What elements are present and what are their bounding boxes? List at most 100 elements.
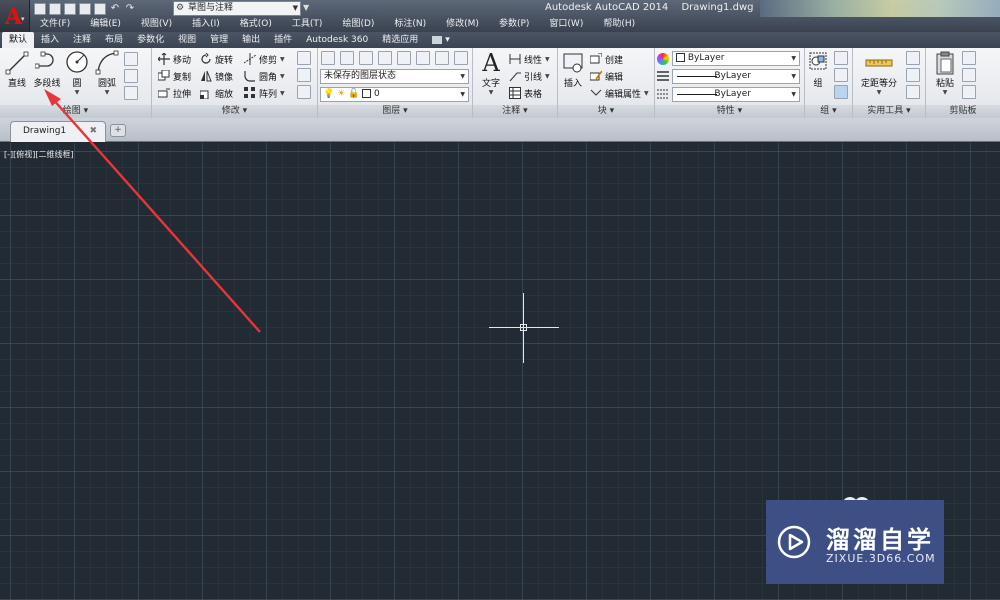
chevron-down-icon[interactable]: ▼ xyxy=(545,56,550,63)
linear-dimension-button[interactable]: 线性 ▼ xyxy=(509,51,550,67)
layers-panel-title[interactable]: 图层 ▾ xyxy=(318,105,472,118)
layer-previous-icon[interactable] xyxy=(435,51,449,65)
chevron-down-icon[interactable]: ▼ xyxy=(476,89,506,97)
stretch-button[interactable]: 拉伸 xyxy=(157,85,191,101)
open-file-icon[interactable] xyxy=(49,3,61,15)
copy-clip-icon[interactable] xyxy=(962,68,976,82)
calculator-icon[interactable] xyxy=(906,85,920,99)
tab-output[interactable]: 输出 xyxy=(235,32,267,48)
offset-icon[interactable] xyxy=(297,85,311,99)
match-properties-brush-icon[interactable] xyxy=(962,85,976,99)
tab-annotate[interactable]: 注释 xyxy=(66,32,98,48)
match-properties-icon[interactable] xyxy=(657,51,672,67)
draw-panel-title[interactable]: 绘图 ▾ xyxy=(0,105,151,118)
chevron-down-icon[interactable]: ▼ xyxy=(930,89,960,97)
layer-state-dropdown[interactable]: 未保存的图层状态 ▼ xyxy=(320,69,469,84)
mirror-button[interactable]: 镜像 xyxy=(200,68,233,84)
table-button[interactable]: 表格 xyxy=(509,85,542,101)
new-file-icon[interactable] xyxy=(34,3,46,15)
chevron-down-icon[interactable]: ▼ xyxy=(280,73,285,80)
chevron-down-icon[interactable]: ▼ xyxy=(280,56,285,63)
explode-icon[interactable] xyxy=(297,68,311,82)
chevron-down-icon[interactable]: ▼ xyxy=(92,89,122,97)
menu-tools[interactable]: 工具(T) xyxy=(282,17,333,32)
circle-button[interactable]: 圆 ▼ xyxy=(62,50,92,97)
leader-button[interactable]: 引线 ▼ xyxy=(509,68,550,84)
select-all-icon[interactable] xyxy=(906,68,920,82)
layer-walk-icon[interactable] xyxy=(454,51,468,65)
cut-icon[interactable] xyxy=(962,51,976,65)
color-dropdown[interactable]: ByLayer ▼ xyxy=(672,51,800,66)
layer-freeze-icon[interactable] xyxy=(378,51,392,65)
menu-parametric[interactable]: 参数(P) xyxy=(489,17,539,32)
move-button[interactable]: 移动 xyxy=(157,51,191,67)
block-panel-title[interactable]: 块 ▾ xyxy=(558,105,654,118)
chevron-down-icon[interactable]: ▼ xyxy=(545,73,550,80)
tab-default[interactable]: 默认 xyxy=(2,32,35,48)
layer-off-icon[interactable] xyxy=(340,51,354,65)
edit-block-button[interactable]: 编辑 xyxy=(589,68,623,84)
text-button[interactable]: A 文字 ▼ xyxy=(476,50,506,97)
rotate-button[interactable]: 旋转 xyxy=(200,51,233,67)
chevron-down-icon[interactable]: ▼ xyxy=(62,89,92,97)
workspace-selector[interactable]: ⚙ 草图与注释 ▼ xyxy=(173,1,301,16)
menu-help[interactable]: 帮助(H) xyxy=(593,17,645,32)
edit-attribute-button[interactable]: 编辑属性 ▼ xyxy=(590,85,649,101)
tab-layout[interactable]: 布局 xyxy=(98,32,130,48)
layer-isolate-icon[interactable] xyxy=(359,51,373,65)
line-button[interactable]: 直线 xyxy=(2,50,32,89)
tab-featured-apps[interactable]: 精选应用 xyxy=(375,32,425,48)
rectangle-icon[interactable] xyxy=(124,52,138,66)
tab-plugins[interactable]: 插件 xyxy=(267,32,299,48)
create-block-button[interactable]: 创建 xyxy=(589,51,623,67)
erase-icon[interactable] xyxy=(297,51,311,65)
tab-view[interactable]: 视图 xyxy=(171,32,203,48)
measure-button[interactable]: 定距等分 ▼ xyxy=(857,50,901,97)
menu-draw[interactable]: 绘图(D) xyxy=(332,17,384,32)
ellipse-icon[interactable] xyxy=(124,69,138,83)
new-drawing-tab-button[interactable]: + xyxy=(110,124,126,137)
tab-insert[interactable]: 插入 xyxy=(34,32,66,48)
chevron-down-icon[interactable]: ▼ xyxy=(644,90,649,97)
ribbon-minimize-toggle[interactable]: ▾ xyxy=(425,32,457,48)
annotation-panel-title[interactable]: 注释 ▾ xyxy=(473,105,557,118)
polyline-button[interactable]: 多段线 xyxy=(32,50,62,89)
customize-qat-icon[interactable]: ▼ xyxy=(303,3,309,12)
copy-button[interactable]: 复制 xyxy=(157,68,191,84)
group-selection-icon[interactable] xyxy=(834,85,848,99)
chevron-down-icon[interactable]: ▼ xyxy=(857,89,901,97)
save-icon[interactable] xyxy=(64,3,76,15)
fillet-button[interactable]: 圆角 ▼ xyxy=(244,68,285,84)
viewport-controls[interactable]: [-][俯视][二维线框] xyxy=(4,149,74,160)
menu-modify[interactable]: 修改(M) xyxy=(436,17,489,32)
tab-parametric[interactable]: 参数化 xyxy=(130,32,171,48)
menu-window[interactable]: 窗口(W) xyxy=(539,17,593,32)
menu-edit[interactable]: 编辑(E) xyxy=(80,17,131,32)
save-as-icon[interactable] xyxy=(79,3,91,15)
layer-properties-icon[interactable] xyxy=(321,51,335,65)
group-button[interactable]: 组 xyxy=(807,50,829,89)
trim-button[interactable]: 修剪 ▼ xyxy=(243,51,285,67)
quick-select-icon[interactable] xyxy=(906,51,920,65)
layer-match-icon[interactable] xyxy=(416,51,430,65)
layer-lock-icon[interactable] xyxy=(397,51,411,65)
menu-file[interactable]: 文件(F) xyxy=(30,17,80,32)
hatch-icon[interactable] xyxy=(124,86,138,100)
linetype-dropdown[interactable]: ByLayer ▼ xyxy=(672,87,800,102)
redo-icon[interactable]: ↷ xyxy=(124,3,136,15)
array-button[interactable]: 阵列 ▼ xyxy=(244,85,285,101)
menu-dimension[interactable]: 标注(N) xyxy=(384,17,436,32)
chevron-down-icon[interactable]: ▼ xyxy=(280,90,285,97)
menu-insert[interactable]: 插入(I) xyxy=(182,17,230,32)
print-icon[interactable] xyxy=(94,3,106,15)
modify-panel-title[interactable]: 修改 ▾ xyxy=(152,105,317,118)
utilities-panel-title[interactable]: 实用工具 ▾ xyxy=(853,105,925,118)
insert-block-button[interactable]: 插入 xyxy=(558,50,588,89)
document-tab-drawing1[interactable]: Drawing1 ✖ xyxy=(10,121,106,142)
undo-icon[interactable]: ↶ xyxy=(109,3,121,15)
lineweight-dropdown[interactable]: ByLayer ▼ xyxy=(672,69,800,84)
layer-dropdown[interactable]: 💡 ☀ 🔓 0 ▼ xyxy=(320,87,469,102)
arc-button[interactable]: 圆弧 ▼ xyxy=(92,50,122,97)
group-edit-icon[interactable] xyxy=(834,68,848,82)
menu-view[interactable]: 视图(V) xyxy=(131,17,182,32)
